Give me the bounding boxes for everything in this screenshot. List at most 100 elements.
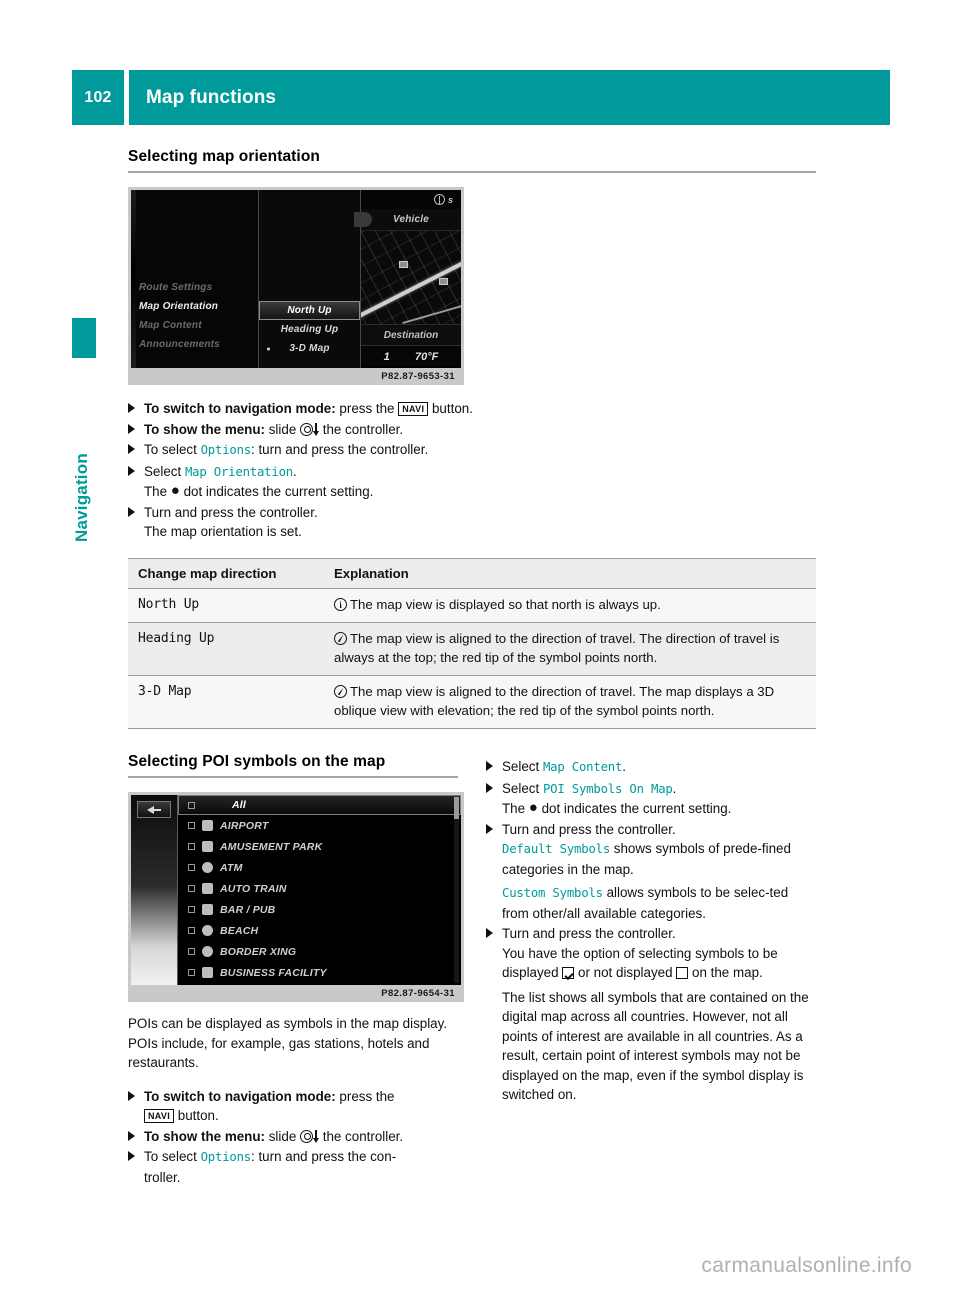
- compass-heading-icon: [334, 685, 347, 698]
- scrollbar[interactable]: [454, 797, 459, 983]
- steps-list-poi-left: To switch to navigation mode: press the …: [128, 1087, 458, 1188]
- explanation-text: The map view is aligned to the direction…: [334, 631, 780, 665]
- figure-map-orientation-screen: Route Settings Map Orientation Map Conte…: [128, 187, 464, 385]
- poi-list-row[interactable]: AMUSEMENT PARK: [178, 836, 461, 857]
- back-button[interactable]: [137, 801, 171, 818]
- mmi-menu-item-announcements[interactable]: Announcements: [139, 335, 257, 354]
- poi-list-row[interactable]: ATM: [178, 857, 461, 878]
- poi-list-row[interactable]: BAR / PUB: [178, 899, 461, 920]
- table-cell-explanation-north-up: The map view is displayed so that north …: [324, 588, 816, 623]
- ui-term-options: Options: [200, 1150, 252, 1164]
- ui-term-map-content: Map Content: [542, 760, 623, 774]
- explanation-text: The map view is displayed so that north …: [350, 596, 661, 612]
- poi-section: Selecting POI symbols on the map All AIR…: [128, 753, 816, 1188]
- mmi-temperature: 70°F: [415, 350, 439, 363]
- step-text: slide: [265, 421, 300, 437]
- checkbox-icon[interactable]: [188, 822, 195, 829]
- poi-list-label: ATM: [220, 861, 243, 874]
- bullet-dot-icon: ●: [170, 482, 180, 499]
- step-text-continued: troller.: [144, 1169, 181, 1185]
- section-tab-label: Navigation: [72, 453, 91, 542]
- screen-body: All AIRPORT AMUSEMENT PARK ATM AUTO TRAI…: [131, 795, 461, 985]
- step-select-options: To select Options: turn and press the co…: [128, 440, 816, 461]
- ui-term-poi-symbols-on-map: POI Symbols On Map: [542, 781, 673, 796]
- figure-caption-code: P82.87-9654-31: [131, 985, 461, 1002]
- poi-list-label: AIRPORT: [220, 819, 269, 832]
- mmi-menu-item-map-orientation[interactable]: Map Orientation: [139, 297, 257, 316]
- bullet-arrow-icon: [128, 465, 135, 476]
- step-turn-press-controller-symbols: Turn and press the controller. Default S…: [486, 820, 816, 924]
- page-header: 102 Map functions: [72, 70, 890, 125]
- poi-list-row[interactable]: BUSINESS FACILITY: [178, 962, 461, 983]
- controller-icon: [300, 422, 313, 436]
- mmi-submenu-list: North Up Heading Up 3-D Map: [259, 301, 360, 358]
- mmi-menu-item-map-content[interactable]: Map Content: [139, 316, 257, 335]
- navi-button-key[interactable]: NAVI: [398, 402, 429, 416]
- bullet-arrow-icon: [128, 444, 135, 454]
- checkbox-icon[interactable]: [188, 927, 195, 934]
- checkbox-icon[interactable]: [188, 801, 195, 809]
- bullet-arrow-icon: [128, 423, 135, 434]
- watermark: carmanualsonline.info: [701, 1254, 912, 1277]
- poi-list-label: AMUSEMENT PARK: [220, 840, 323, 853]
- checkbox-unchecked-icon: [676, 967, 689, 979]
- mmi-bottom-bar: 1 70°F: [361, 345, 461, 367]
- bullet-arrow-icon: [128, 1090, 135, 1101]
- step-turn-press-controller: Turn and press the controller. The map o…: [128, 503, 816, 542]
- mmi-poi-list: All AIRPORT AMUSEMENT PARK ATM AUTO TRAI…: [177, 795, 461, 985]
- step-text: press the: [335, 1088, 395, 1104]
- mmi-submenu-heading-up[interactable]: Heading Up: [259, 320, 360, 339]
- checkbox-icon[interactable]: [188, 969, 195, 976]
- mmi-vehicle-label: Vehicle: [392, 214, 430, 225]
- poi-list-row-all[interactable]: All: [178, 795, 461, 815]
- page-number: 102: [72, 70, 124, 125]
- page-content: Selecting map orientation Route Settings…: [128, 148, 816, 1188]
- step-text-tail: the controller.: [319, 1128, 404, 1144]
- poi-list-row[interactable]: AUTO TRAIN: [178, 878, 461, 899]
- poi-list-row[interactable]: AIRPORT: [178, 815, 461, 836]
- table-cell-explanation-3d-map: The map view is aligned to the direction…: [324, 675, 816, 729]
- step-text: Turn and press the controller.: [502, 926, 676, 941]
- step-text: To select: [144, 442, 201, 457]
- mmi-status-text: s: [447, 194, 453, 205]
- checkbox-icon[interactable]: [188, 885, 195, 892]
- mmi-rail: [131, 190, 136, 368]
- step-show-the-menu: To show the menu: slide the controller.: [128, 1127, 458, 1147]
- navi-button-key[interactable]: NAVI: [144, 1109, 175, 1123]
- step-note-display-toggle: You have the option of selecting symbols…: [502, 944, 816, 983]
- mmi-options-column: Route Settings Map Orientation Map Conte…: [131, 190, 259, 368]
- step-note-default-symbols: Default Symbols shows symbols of prede-f…: [502, 839, 816, 879]
- mmi-menu-item-route-settings[interactable]: Route Settings: [139, 278, 257, 297]
- mmi-submenu-3d-map[interactable]: 3-D Map: [259, 339, 360, 358]
- heading-divider: [128, 171, 816, 173]
- step-text: Select: [502, 780, 543, 796]
- bullet-arrow-icon: [486, 928, 493, 938]
- checkbox-icon[interactable]: [188, 906, 195, 913]
- note-pre: The: [502, 801, 529, 816]
- map-direction-table: Change map direction Explanation North U…: [128, 557, 816, 729]
- poi-list-label: BUSINESS FACILITY: [220, 966, 327, 979]
- checkbox-icon[interactable]: [188, 864, 195, 871]
- step-lead: To switch to navigation mode:: [144, 1088, 336, 1104]
- checkbox-icon[interactable]: [188, 843, 195, 850]
- step-text: To select: [144, 1149, 201, 1164]
- mmi-map-area: [361, 231, 461, 324]
- poi-list-row[interactable]: BEACH: [178, 920, 461, 941]
- table-cell-option-heading-up: Heading Up: [128, 622, 324, 676]
- scrollbar-thumb[interactable]: [454, 797, 459, 819]
- poi-list-label: BEACH: [220, 924, 259, 937]
- page-title: Map functions: [129, 70, 890, 125]
- step-select-options: To select Options: turn and press the co…: [128, 1147, 458, 1187]
- bullet-arrow-icon: [128, 1151, 135, 1161]
- bullet-arrow-icon: [128, 506, 135, 517]
- bullet-arrow-icon: [486, 761, 493, 771]
- mmi-menu-list: Route Settings Map Orientation Map Conte…: [139, 278, 257, 354]
- section-heading-poi-symbols: Selecting POI symbols on the map: [128, 753, 386, 770]
- checkbox-icon[interactable]: [188, 948, 195, 955]
- table-row: North Up The map view is displayed so th…: [128, 588, 816, 623]
- amusement-park-icon: [202, 841, 213, 852]
- step-lead: To show the menu:: [144, 1128, 266, 1144]
- back-arrow-icon: [147, 805, 154, 814]
- poi-list-row[interactable]: BORDER XING: [178, 941, 461, 962]
- mmi-submenu-north-up[interactable]: North Up: [259, 301, 360, 320]
